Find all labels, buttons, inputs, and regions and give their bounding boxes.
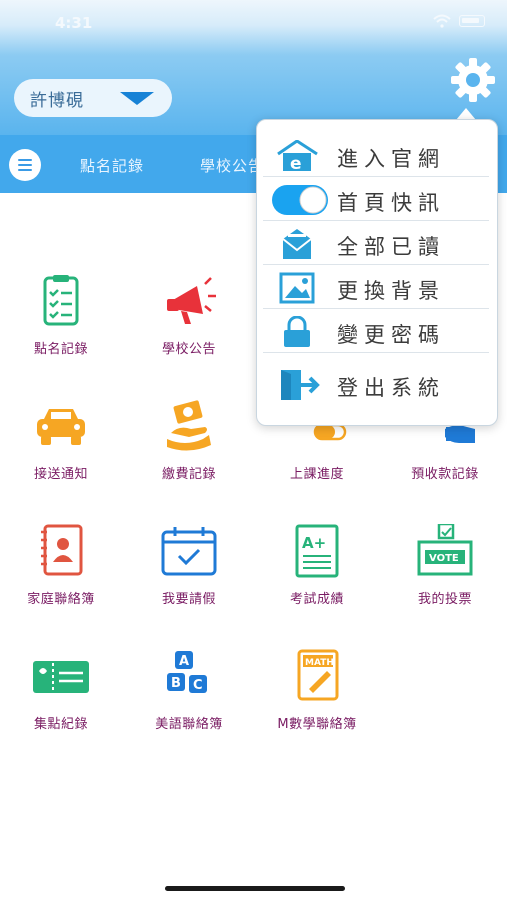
menu-item-mark-all-read[interactable]: 全部已讀 [257, 221, 499, 265]
read-mail-icon [282, 229, 312, 259]
tile-label: 學校公告 [161, 342, 216, 357]
menu-item-label: 全部已讀 [337, 235, 445, 259]
logout-door-icon [281, 370, 320, 400]
menu-item-website[interactable]: e 進入官網 [257, 133, 499, 177]
tile-label: 家庭聯絡簿 [27, 592, 95, 607]
tile-pickup[interactable]: 接送通知 [1, 399, 121, 499]
svg-text:A: A [179, 654, 189, 669]
menu-item-home-news[interactable]: 首頁快訊 [257, 177, 499, 221]
menu-item-label: 登出系統 [337, 376, 445, 400]
header: 4:31 許博硯 [0, 0, 507, 135]
contact-book-icon [41, 524, 83, 576]
tab-roll-call[interactable]: 點名記錄 [80, 155, 144, 176]
money-bag-icon [167, 400, 211, 451]
svg-text:B: B [171, 676, 181, 691]
wifi-icon [433, 14, 451, 28]
clipboard-checklist-icon [43, 275, 79, 326]
lock-icon [284, 316, 310, 347]
settings-popup-menu: e 進入官網 首頁快訊 全部已讀 更換背景 變更密碼 登出系統 [256, 119, 498, 426]
svg-text:e: e [290, 154, 302, 172]
menu-item-label: 進入官網 [337, 147, 445, 171]
user-select-dropdown[interactable]: 許博硯 [14, 79, 172, 117]
svg-text:C: C [193, 678, 203, 693]
tile-exam-score[interactable]: A+ 考試成績 [257, 524, 377, 624]
status-time: 4:31 [55, 14, 93, 32]
chevron-down-icon [120, 92, 154, 105]
tile-label: 點名記錄 [33, 342, 88, 357]
menu-item-logout[interactable]: 登出系統 [257, 362, 499, 406]
menu-item-label: 變更密碼 [337, 323, 445, 347]
tile-vote[interactable]: VOTE 我的投票 [385, 524, 505, 624]
abc-blocks-icon: A B C [167, 651, 207, 693]
tile-label: 美語聯絡簿 [155, 717, 223, 732]
status-icons [433, 14, 485, 28]
tile-school-notice[interactable]: 學校公告 [129, 274, 249, 374]
svg-text:MATH: MATH [305, 658, 334, 668]
calendar-check-icon [161, 527, 217, 576]
tile-label: 考試成績 [289, 592, 344, 607]
divider [263, 352, 489, 353]
battery-icon [459, 15, 485, 27]
tile-label: 我要請假 [161, 592, 216, 607]
tile-label: 接送通知 [33, 467, 88, 482]
tile-family-contact[interactable]: 家庭聯絡簿 [1, 524, 121, 624]
app-screen: 4:31 許博硯 點名記錄 學校公告 點名記錄 學校公告 接送通知 繳費記錄 上… [0, 0, 507, 900]
svg-text:VOTE: VOTE [429, 553, 459, 564]
gear-icon[interactable] [448, 55, 498, 105]
menu-item-change-background[interactable]: 更換背景 [257, 265, 499, 309]
image-icon [279, 272, 315, 304]
tile-label: M數學聯絡簿 [277, 717, 357, 732]
home-indicator[interactable] [165, 886, 345, 891]
vote-box-icon: VOTE [417, 524, 473, 576]
tile-label: 繳費記錄 [161, 467, 216, 482]
math-book-icon: MATH [297, 649, 339, 701]
tile-english-contact[interactable]: A B C 美語聯絡簿 [129, 649, 249, 749]
menu-item-change-password[interactable]: 變更密碼 [257, 309, 499, 353]
tile-leave[interactable]: 我要請假 [129, 524, 249, 624]
tile-points[interactable]: 集點紀錄 [1, 649, 121, 749]
tile-label: 集點紀錄 [33, 717, 88, 732]
menu-item-label: 更換背景 [337, 279, 445, 303]
ticket-icon [33, 661, 89, 693]
website-home-icon: e [277, 140, 318, 172]
tile-payment[interactable]: 繳費記錄 [129, 399, 249, 499]
user-name: 許博硯 [30, 90, 84, 111]
menu-item-label: 首頁快訊 [337, 191, 445, 215]
tile-label: 我的投票 [417, 592, 472, 607]
tile-label: 上課進度 [289, 467, 344, 482]
tab-school-notice[interactable]: 學校公告 [200, 155, 264, 176]
tile-label: 預收款記錄 [411, 467, 479, 482]
tile-roll-call[interactable]: 點名記錄 [1, 274, 121, 374]
megaphone-icon [167, 277, 216, 324]
tile-math-contact[interactable]: MATH M數學聯絡簿 [257, 649, 377, 749]
menu-icon[interactable] [9, 149, 41, 181]
car-icon [37, 409, 85, 445]
svg-text:A+: A+ [302, 534, 326, 552]
grade-sheet-icon: A+ [295, 524, 339, 578]
toggle-switch-icon[interactable] [271, 182, 331, 218]
